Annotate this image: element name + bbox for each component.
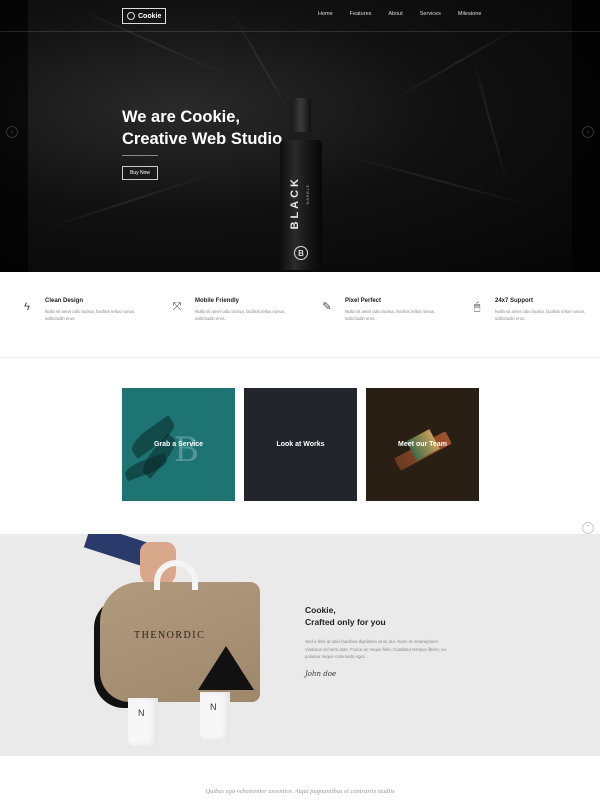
tile-grab-a-service[interactable]: B Grab a Service	[122, 388, 235, 501]
expand-icon: ⤧	[172, 301, 182, 313]
buy-now-button[interactable]: Buy Now	[122, 166, 158, 180]
logo[interactable]: Cookie	[122, 8, 166, 24]
about-section: THENORDIC N N Cookie, Crafted only for y…	[0, 534, 600, 756]
feature-title: Clean Design	[45, 298, 84, 304]
cup-mark: N	[138, 708, 145, 718]
nav-about[interactable]: About	[388, 11, 402, 17]
hero-divider	[122, 155, 158, 156]
feature-text: Nulla sit amet odio lacinia, facilisis t…	[345, 309, 436, 321]
cup-image: N	[200, 692, 230, 740]
top-navigation: Cookie Home Features About Services Mile…	[0, 0, 600, 32]
bottle-mark: B	[294, 246, 308, 260]
lightning-icon: ϟ	[24, 301, 30, 313]
hero-section: Cookie Home Features About Services Mile…	[0, 0, 600, 272]
bottle-label: BLACK	[289, 176, 301, 230]
bag-brand-text: THENORDIC	[134, 630, 206, 641]
mouse-icon: 🖱	[473, 301, 481, 313]
about-title-line2: Crafted only for you	[305, 617, 386, 627]
tile-b-mark: B	[174, 430, 199, 470]
feature-text: Nulla sit amet odio lacinia, facilisis t…	[195, 309, 286, 321]
feature-text: Nulla sit amet odio lacinia, facilisis t…	[45, 309, 136, 321]
product-bottle-image: BLACK MARBLE B	[280, 98, 322, 270]
cookie-logo-icon	[127, 12, 135, 20]
tile-look-at-works[interactable]: Look at Works	[244, 388, 357, 501]
features-section: ϟ Clean Design Nulla sit amet odio lacin…	[0, 272, 600, 358]
nav-home[interactable]: Home	[318, 11, 333, 17]
feature-title: Mobile Friendly	[195, 298, 240, 304]
about-text: Sed a felis at odio faucibus dignissim a…	[305, 639, 446, 659]
tile-label: Look at Works	[276, 441, 325, 448]
slider-next-icon[interactable]: ›	[582, 126, 594, 138]
feature-title: Pixel Perfect	[345, 298, 382, 304]
cup-image: N	[128, 698, 158, 746]
logo-text: Cookie	[138, 12, 162, 20]
pencil-icon: ✎	[322, 301, 332, 313]
main-nav: Home Features About Services Milestone	[318, 11, 498, 17]
nav-milestone[interactable]: Milestone	[458, 11, 482, 17]
tile-meet-our-team[interactable]: Meet our Team	[366, 388, 479, 501]
about-title: Cookie, Crafted only for you	[305, 604, 445, 628]
bag-handle-image	[154, 560, 198, 590]
quote-text: Quibus ego vehementer assentior. Atqui p…	[205, 788, 395, 795]
tile-label: Meet our Team	[398, 441, 447, 448]
feature-title: 24x7 Support	[495, 298, 534, 304]
nav-features[interactable]: Features	[350, 11, 372, 17]
bottle-sublabel: MARBLE	[306, 184, 310, 205]
scroll-up-icon[interactable]: ⌃	[582, 522, 594, 534]
cup-mark: N	[210, 702, 217, 712]
tiles-section: B Grab a Service Look at Works Meet our …	[0, 358, 600, 534]
signature: John doe	[305, 670, 337, 678]
slider-prev-icon[interactable]: ‹	[6, 126, 18, 138]
nav-services[interactable]: Services	[420, 11, 441, 17]
tile-label: Grab a Service	[153, 441, 204, 448]
about-title-line1: Cookie,	[305, 605, 336, 615]
quote-section: Quibus ego vehementer assentior. Atqui p…	[0, 756, 600, 800]
feature-text: Nulla sit amet odio lacinia, facilisis t…	[495, 309, 586, 321]
bag-triangle-image	[198, 646, 254, 690]
